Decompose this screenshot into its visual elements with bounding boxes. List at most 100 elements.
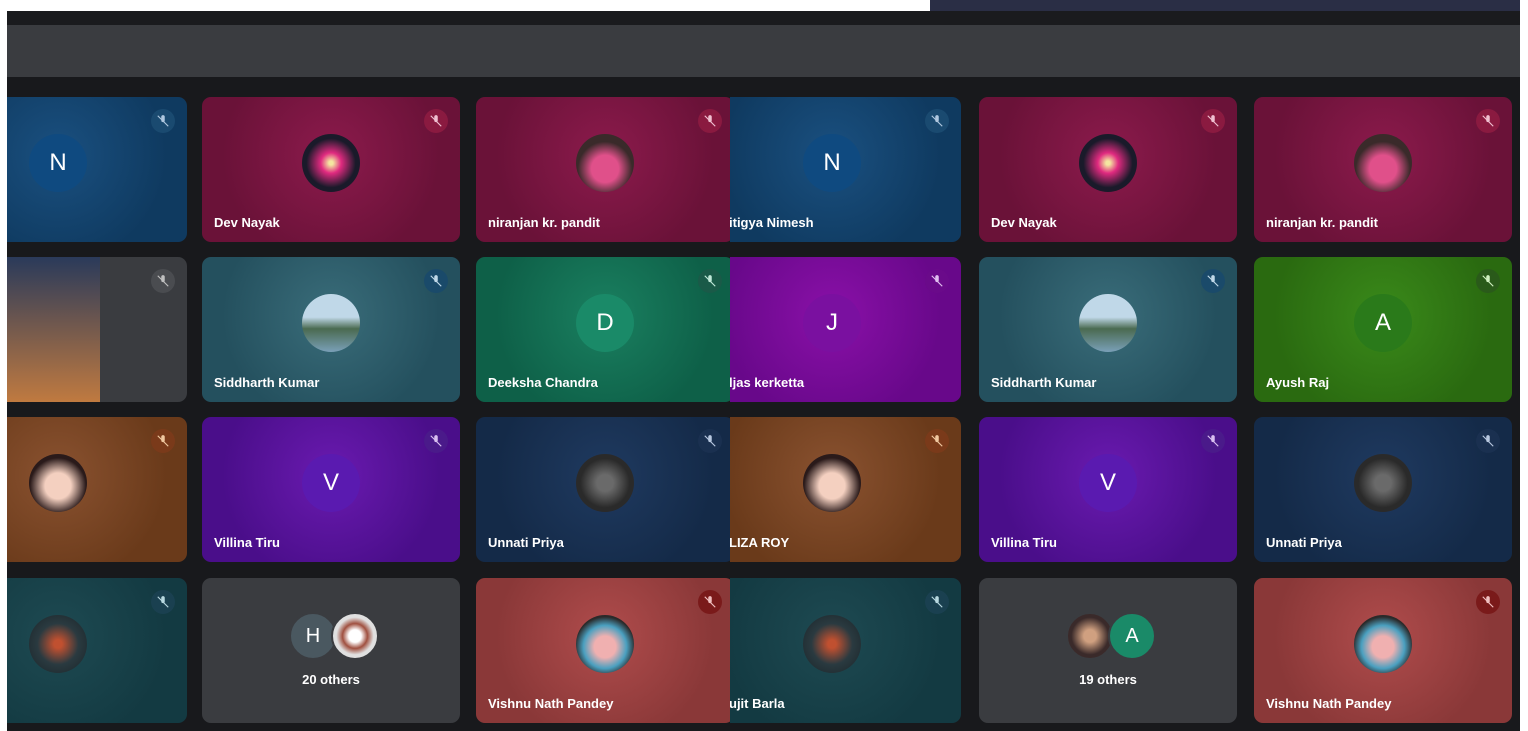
- participant-video: [7, 257, 100, 402]
- participant-name: Deeksha Chandra: [488, 375, 598, 390]
- avatar-initial: V: [1099, 468, 1116, 496]
- participant-name: niranjan kr. pandit: [1266, 215, 1378, 230]
- participant-tile[interactable]: Y: [7, 417, 187, 562]
- participant-photo: [1354, 133, 1412, 192]
- others-avatars: H: [289, 612, 379, 660]
- participant-name: Vishnu Nath Pandey: [1266, 696, 1392, 711]
- participant-tile[interactable]: N itigya Nimesh: [730, 97, 961, 242]
- mic-off-icon: [925, 109, 949, 133]
- mic-off-icon: [1201, 269, 1225, 293]
- participant-tile[interactable]: a: [7, 578, 187, 723]
- participant-tile[interactable]: N imesh: [7, 97, 187, 242]
- meeting-topbar: [7, 25, 1520, 77]
- top-navy-strip: [930, 0, 1520, 11]
- mic-off-icon: [698, 590, 722, 614]
- participant-photo: [1079, 133, 1137, 192]
- mic-off-icon: [1476, 429, 1500, 453]
- participant-tile[interactable]: ujit Barla: [730, 578, 961, 723]
- participant-avatar: J: [803, 293, 861, 352]
- participant-name: Ayush Raj: [1266, 375, 1330, 390]
- participant-tile[interactable]: V Villina Tiru: [979, 417, 1237, 562]
- participant-avatar: N: [803, 133, 861, 192]
- others-avatars: A: [1066, 612, 1156, 660]
- participant-name: ujit Barla: [730, 696, 785, 711]
- participant-name: niranjan kr. pandit: [488, 215, 600, 230]
- participant-tile[interactable]: Siddharth Kumar: [202, 257, 460, 402]
- participant-avatar: A: [1354, 293, 1412, 352]
- others-tile[interactable]: H 20 others: [202, 578, 460, 723]
- participant-name: Villina Tiru: [991, 535, 1057, 550]
- participant-tile[interactable]: Vishnu Nath Pandey: [1254, 578, 1512, 723]
- participant-name: itigya Nimesh: [730, 215, 814, 230]
- mic-off-icon: [1476, 269, 1500, 293]
- mic-off-icon: [925, 269, 949, 293]
- mic-off-icon: [424, 269, 448, 293]
- mic-off-icon: [151, 109, 175, 133]
- participant-tile[interactable]: ketta: [7, 257, 187, 402]
- participant-tile[interactable]: Dev Nayak: [979, 97, 1237, 242]
- participant-tile[interactable]: A Ayush Raj: [1254, 257, 1512, 402]
- participant-name: Siddharth Kumar: [214, 375, 320, 390]
- avatar-initial: V: [322, 468, 339, 496]
- participant-photo: [302, 293, 360, 352]
- participant-name: Villina Tiru: [214, 535, 280, 550]
- participant-tile[interactable]: niranjan kr. pandit: [1254, 97, 1512, 242]
- participant-tile[interactable]: Dev Nayak: [202, 97, 460, 242]
- avatar-initial: A: [1125, 624, 1139, 647]
- participant-photo: [803, 453, 861, 512]
- participant-avatar: A: [1108, 612, 1156, 660]
- participant-tile[interactable]: Unnati Priya: [1254, 417, 1512, 562]
- participant-tile[interactable]: LIZA ROY: [730, 417, 961, 562]
- participant-tile[interactable]: Siddharth Kumar: [979, 257, 1237, 402]
- mic-off-icon: [698, 269, 722, 293]
- participant-photo: [29, 614, 87, 673]
- mic-off-icon: [151, 429, 175, 453]
- mic-off-icon: [424, 109, 448, 133]
- participant-tile[interactable]: D Deeksha Chandra: [476, 257, 730, 402]
- mic-off-icon: [925, 429, 949, 453]
- avatar-initial: N: [823, 148, 841, 176]
- participant-photo: [1079, 293, 1137, 352]
- participant-avatar: H: [289, 612, 337, 660]
- participant-grid-left: N imesh Dev Nayak niranjan kr. pandit ke…: [7, 77, 730, 731]
- avatar-initial: J: [826, 308, 838, 336]
- mic-off-icon: [424, 429, 448, 453]
- mic-off-icon: [698, 109, 722, 133]
- right-edge: [1520, 0, 1528, 731]
- mic-off-icon: [151, 590, 175, 614]
- participant-name: Unnati Priya: [488, 535, 564, 550]
- participant-photo: [29, 453, 87, 512]
- participant-name: ljas kerketta: [730, 375, 805, 390]
- avatar-initial: H: [305, 624, 321, 647]
- participant-photo: [331, 612, 379, 660]
- participant-photo: [1354, 453, 1412, 512]
- others-count: 20 others: [302, 672, 360, 687]
- mic-off-icon: [1476, 590, 1500, 614]
- participant-photo: [1354, 614, 1412, 673]
- participant-name: Vishnu Nath Pandey: [488, 696, 614, 711]
- participant-avatar: V: [302, 453, 360, 512]
- participant-name: LIZA ROY: [730, 535, 790, 550]
- participant-photo: [1066, 612, 1114, 660]
- participant-photo: [803, 614, 861, 673]
- mic-off-icon: [1201, 429, 1225, 453]
- mic-off-icon: [151, 269, 175, 293]
- mic-off-icon: [1201, 109, 1225, 133]
- others-tile[interactable]: A 19 others: [979, 578, 1237, 723]
- participant-photo: [302, 133, 360, 192]
- participant-tile[interactable]: Unnati Priya: [476, 417, 730, 562]
- avatar-initial: D: [596, 308, 614, 336]
- participant-tile[interactable]: Vishnu Nath Pandey: [476, 578, 730, 723]
- participant-avatar: V: [1079, 453, 1137, 512]
- mic-off-icon: [698, 429, 722, 453]
- mic-off-icon: [1476, 109, 1500, 133]
- participant-tile[interactable]: J ljas kerketta: [730, 257, 961, 402]
- participant-tile[interactable]: V Villina Tiru: [202, 417, 460, 562]
- participant-grid-right: N itigya Nimesh Dev Nayak niranjan kr. p…: [730, 77, 1520, 731]
- avatar-initial: N: [49, 148, 67, 176]
- participant-avatar: D: [576, 293, 634, 352]
- participant-name: Dev Nayak: [214, 215, 280, 230]
- participant-tile[interactable]: niranjan kr. pandit: [476, 97, 730, 242]
- participant-photo: [576, 453, 634, 512]
- participant-name: Siddharth Kumar: [991, 375, 1097, 390]
